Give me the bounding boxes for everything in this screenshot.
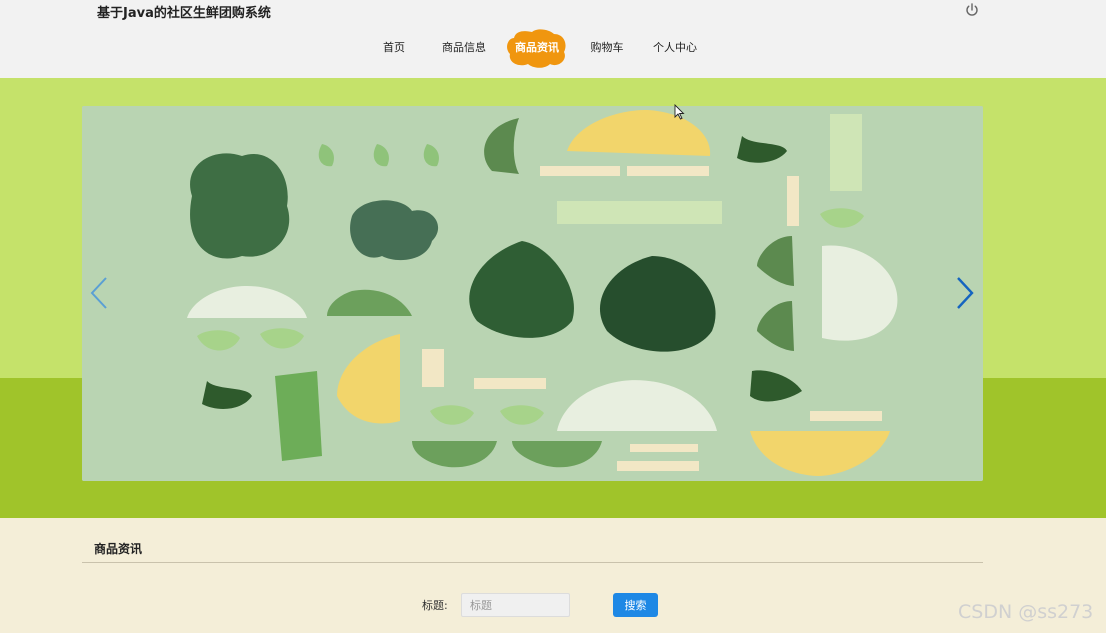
nav-item-news[interactable]: 商品资讯 [506, 29, 568, 68]
watermark: CSDN @ss273 [958, 601, 1094, 623]
search-label: 标题: [422, 599, 448, 612]
power-icon[interactable] [964, 2, 980, 18]
section-divider [82, 562, 983, 563]
main-nav: 首页 商品信息 商品资讯 购物车 个人中心 [372, 29, 704, 68]
nav-item-products[interactable]: 商品信息 [419, 30, 509, 66]
banner-carousel[interactable] [82, 106, 983, 481]
nav-item-cart[interactable]: 购物车 [568, 30, 646, 66]
nav-item-profile[interactable]: 个人中心 [646, 30, 704, 66]
site-title: 基于Java的社区生鲜团购系统 [97, 6, 271, 21]
header: 基于Java的社区生鲜团购系统 首页 商品信息 商品资讯 购物车 个人中心 [0, 0, 1106, 78]
nav-item-home[interactable]: 首页 [372, 30, 416, 66]
chevron-left-icon[interactable] [88, 275, 112, 311]
chevron-right-icon[interactable] [953, 275, 977, 311]
title-search-input[interactable] [461, 593, 570, 617]
section-title: 商品资讯 [94, 542, 143, 556]
mouse-cursor-icon [674, 104, 685, 120]
search-button[interactable]: 搜索 [613, 593, 658, 617]
banner-image [82, 106, 983, 481]
